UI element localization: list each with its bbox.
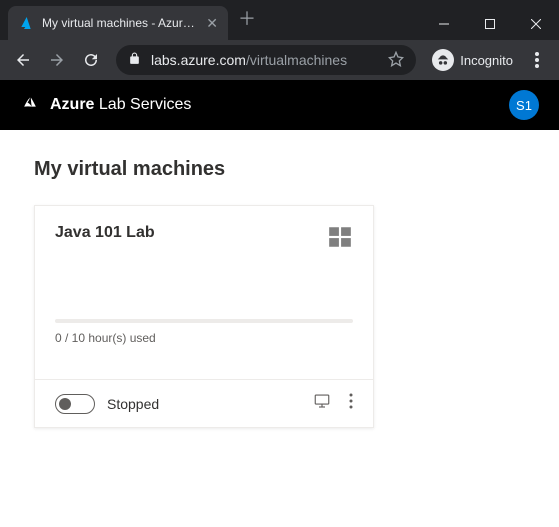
page-title: My virtual machines bbox=[34, 158, 525, 181]
browser-toolbar: labs.azure.com/virtualmachines Incognito bbox=[0, 40, 559, 80]
page-content: My virtual machines Java 101 Lab 0 / 10 … bbox=[0, 130, 559, 527]
minimize-button[interactable] bbox=[421, 8, 467, 40]
close-icon[interactable]: ✕ bbox=[206, 15, 218, 32]
azure-icon bbox=[20, 95, 40, 115]
vm-status: Stopped bbox=[107, 396, 159, 412]
incognito-badge: Incognito bbox=[432, 49, 513, 71]
power-toggle[interactable] bbox=[55, 394, 95, 414]
tab-title: My virtual machines - Azure Lab bbox=[42, 16, 198, 30]
brand[interactable]: Azure Lab Services bbox=[20, 95, 191, 115]
windows-icon bbox=[327, 224, 353, 255]
close-window-button[interactable] bbox=[513, 8, 559, 40]
incognito-label: Incognito bbox=[460, 53, 513, 68]
forward-button[interactable] bbox=[42, 45, 72, 75]
more-actions-button[interactable] bbox=[349, 393, 353, 414]
tab-favicon bbox=[18, 15, 34, 31]
browser-menu-button[interactable] bbox=[523, 52, 551, 68]
browser-tab[interactable]: My virtual machines - Azure Lab ✕ bbox=[8, 6, 228, 40]
window-controls bbox=[421, 8, 559, 40]
connect-icon[interactable] bbox=[313, 392, 331, 415]
vm-card: Java 101 Lab 0 / 10 hour(s) used Stopped bbox=[34, 205, 374, 428]
maximize-button[interactable] bbox=[467, 8, 513, 40]
avatar[interactable]: S1 bbox=[509, 90, 539, 120]
address-bar[interactable]: labs.azure.com/virtualmachines bbox=[116, 45, 416, 75]
star-icon[interactable] bbox=[388, 51, 404, 70]
quota-text: 0 / 10 hour(s) used bbox=[55, 331, 353, 345]
browser-titlebar: My virtual machines - Azure Lab ✕ ＋ bbox=[0, 0, 559, 40]
lock-icon bbox=[128, 52, 141, 68]
reload-button[interactable] bbox=[76, 45, 106, 75]
user-initials: S1 bbox=[516, 98, 532, 113]
brand-text: Azure Lab Services bbox=[50, 96, 191, 114]
app-header: Azure Lab Services S1 bbox=[0, 80, 559, 130]
incognito-icon bbox=[432, 49, 454, 71]
lab-name: Java 101 Lab bbox=[55, 224, 155, 242]
back-button[interactable] bbox=[8, 45, 38, 75]
url-text: labs.azure.com/virtualmachines bbox=[151, 52, 347, 68]
quota-progress bbox=[55, 319, 353, 323]
new-tab-button[interactable]: ＋ bbox=[228, 5, 266, 31]
